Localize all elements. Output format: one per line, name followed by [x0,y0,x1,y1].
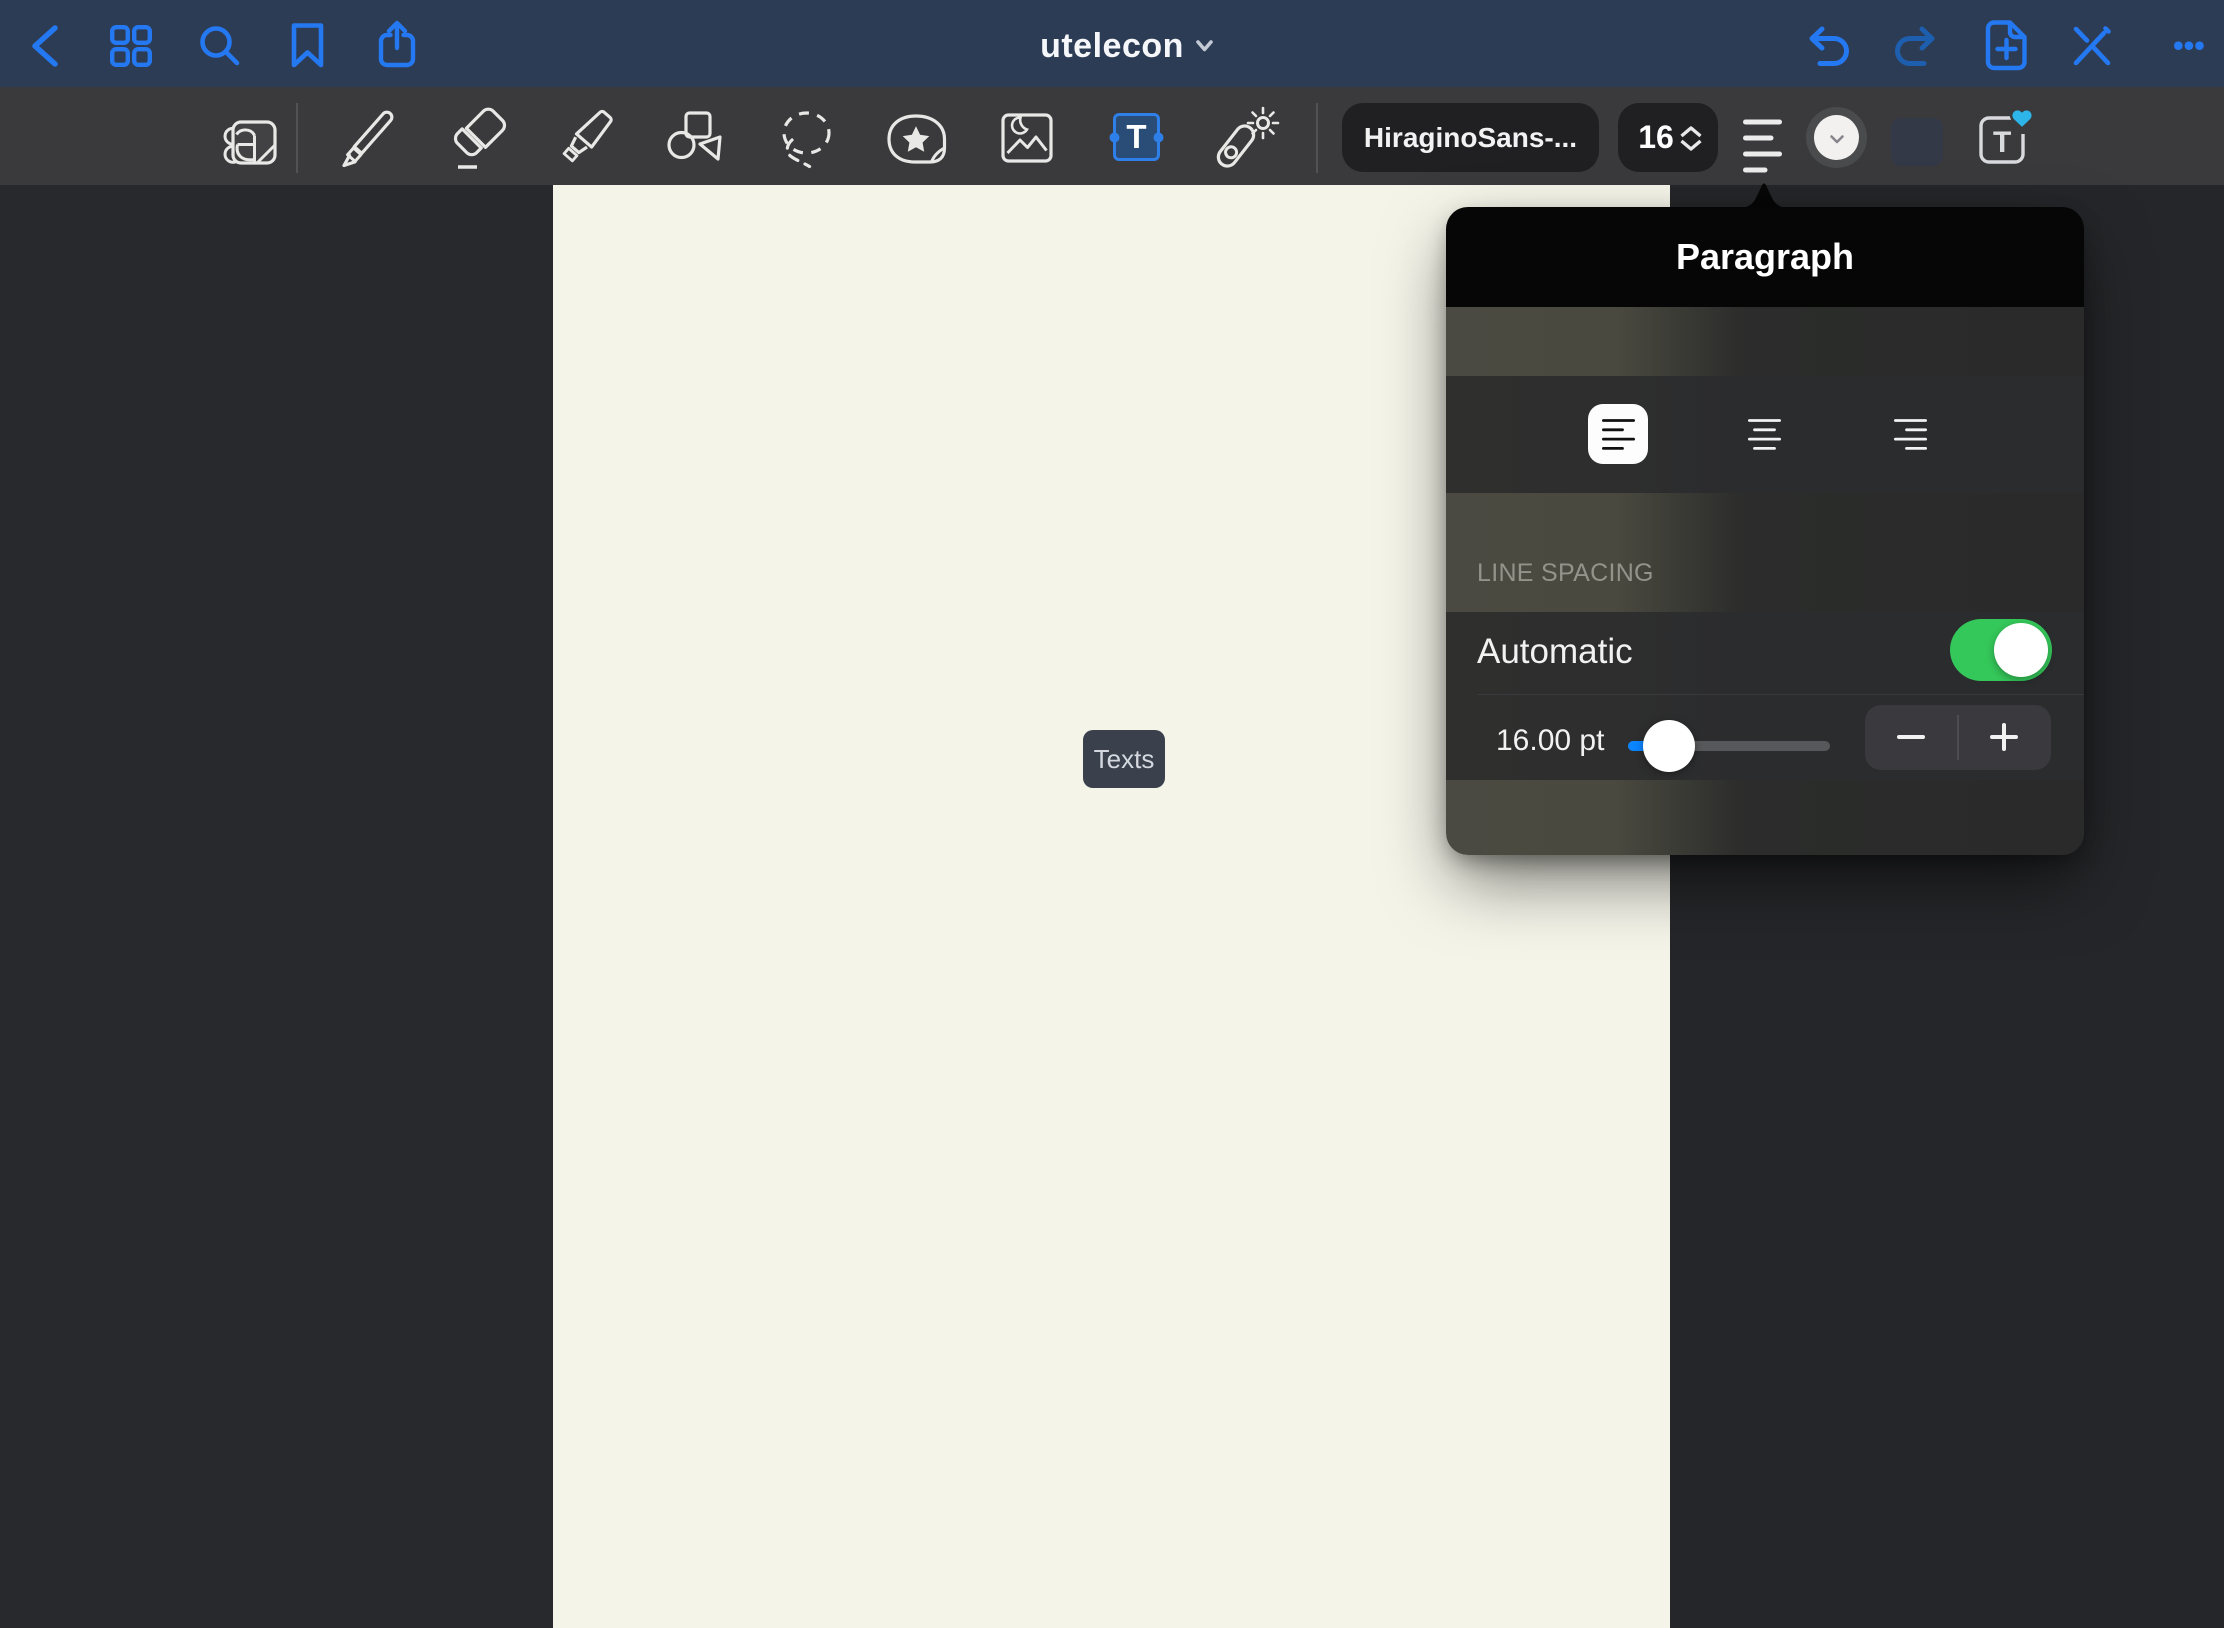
svg-text:T: T [1993,126,2011,159]
